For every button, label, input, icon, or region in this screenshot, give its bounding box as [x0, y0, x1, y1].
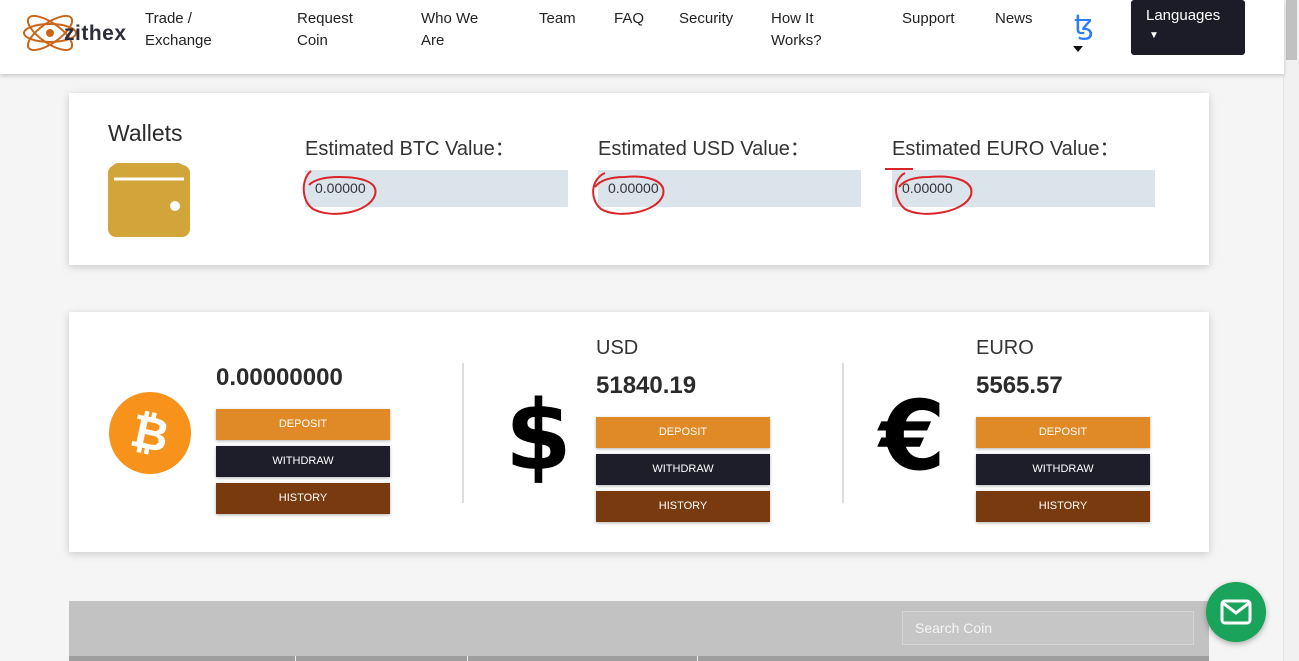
usd-amount: 51840.19	[596, 372, 697, 399]
column-separator	[295, 656, 296, 661]
search-coin-input[interactable]	[902, 611, 1194, 645]
svg-text:ꜩ: ꜩ	[1074, 8, 1094, 41]
caret-down-icon: ▼	[1149, 30, 1159, 41]
languages-label: Languages	[1146, 7, 1221, 24]
languages-button[interactable]: Languages ▼	[1131, 0, 1245, 55]
btc-withdraw-button[interactable]: WITHDRAW	[216, 446, 390, 477]
bitcoin-icon: ₿	[109, 392, 191, 474]
euro-amount: 5565.57	[976, 372, 1063, 399]
chat-button[interactable]	[1206, 582, 1266, 642]
column-separator	[697, 656, 698, 661]
tezos-dropdown[interactable]: ꜩ	[1070, 4, 1100, 64]
wallets-title: Wallets	[108, 120, 183, 146]
nav-who-we-are[interactable]: Who We Are	[421, 8, 493, 52]
usd-history-button[interactable]: HISTORY	[596, 491, 770, 522]
nav-request-coin[interactable]: Request Coin	[297, 8, 372, 52]
euro-label: EURO	[976, 337, 1034, 359]
nav-how-it-works[interactable]: How It Works?	[771, 8, 835, 52]
page-scrollbar[interactable]	[1283, 0, 1299, 661]
usd-label: USD	[596, 337, 639, 359]
btc-deposit-button[interactable]: DEPOSIT	[216, 409, 390, 440]
tezos-icon: ꜩ	[1073, 8, 1094, 52]
estimated-usd-label: Estimated USD Value：	[598, 138, 810, 160]
balances-card: ₿ 0.00000000 DEPOSIT WITHDRAW HISTORY $ …	[69, 312, 1209, 552]
nav-trade-exchange[interactable]: Trade / Exchange	[145, 8, 235, 52]
euro-icon: €	[879, 380, 946, 492]
estimated-btc-label: Estimated BTC Value：	[305, 138, 515, 160]
estimated-usd-value: 0.00000	[598, 170, 861, 207]
estimated-euro-label: Estimated EURO Value：	[892, 138, 1120, 160]
nav-security[interactable]: Security	[679, 8, 733, 30]
euro-deposit-button[interactable]: DEPOSIT	[976, 417, 1150, 448]
top-navbar: zithex Trade / Exchange Request Coin Who…	[0, 0, 1284, 74]
table-header-row	[69, 656, 1209, 661]
usd-withdraw-button[interactable]: WITHDRAW	[596, 454, 770, 485]
btc-history-button[interactable]: HISTORY	[216, 483, 390, 514]
column-separator	[467, 656, 468, 661]
nav-team[interactable]: Team	[539, 8, 576, 30]
divider	[462, 363, 464, 503]
logo-text: zithex	[64, 22, 127, 45]
estimated-euro-value: 0.00000	[892, 170, 1155, 207]
nav-faq[interactable]: FAQ	[614, 8, 644, 30]
usd-deposit-button[interactable]: DEPOSIT	[596, 417, 770, 448]
wallet-icon	[108, 163, 190, 237]
euro-withdraw-button[interactable]: WITHDRAW	[976, 454, 1150, 485]
dollar-icon: $	[505, 380, 572, 492]
btc-amount: 0.00000000	[216, 364, 343, 391]
nav-support[interactable]: Support	[902, 8, 955, 30]
coin-table-panel	[69, 601, 1209, 661]
estimated-btc-value: 0.00000	[305, 170, 568, 207]
wallets-summary-card: Wallets Estimated BTC Value： 0.00000 Est…	[69, 93, 1209, 265]
envelope-icon	[1220, 599, 1252, 625]
zithex-logo[interactable]: zithex	[20, 2, 126, 64]
scrollbar-thumb[interactable]	[1286, 0, 1297, 60]
euro-history-button[interactable]: HISTORY	[976, 491, 1150, 522]
divider	[842, 363, 844, 503]
nav-news[interactable]: News	[995, 8, 1033, 30]
